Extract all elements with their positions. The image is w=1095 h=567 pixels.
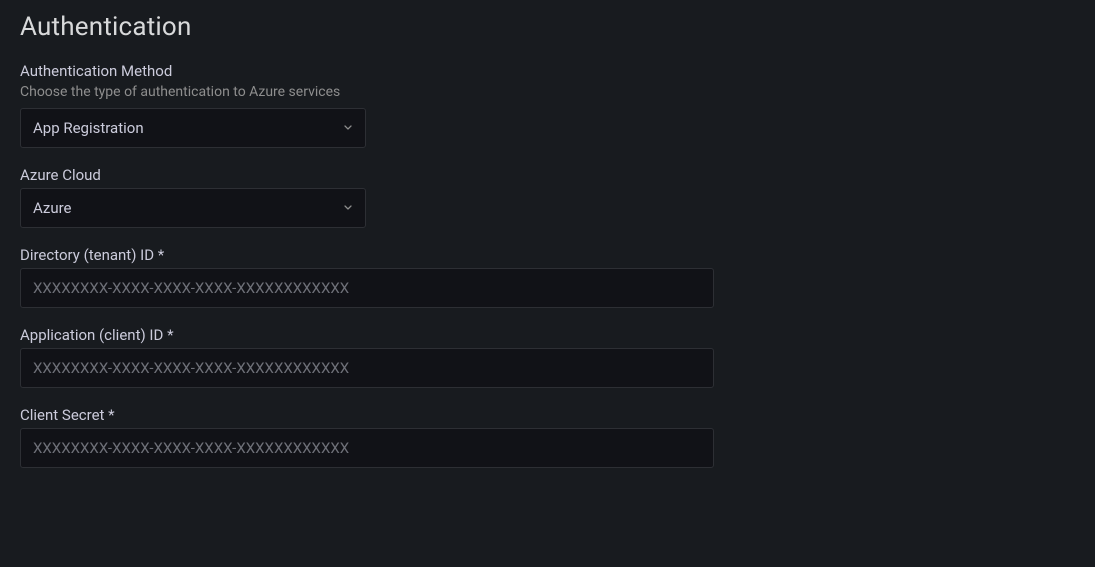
auth-method-label: Authentication Method: [20, 62, 1075, 80]
tenant-id-field: Directory (tenant) ID *: [20, 246, 1075, 308]
client-secret-input[interactable]: [20, 428, 714, 468]
tenant-id-input[interactable]: [20, 268, 714, 308]
client-id-label: Application (client) ID *: [20, 326, 1075, 344]
client-secret-field: Client Secret *: [20, 406, 1075, 468]
auth-method-field: Authentication Method Choose the type of…: [20, 62, 1075, 148]
azure-cloud-select[interactable]: Azure: [20, 188, 366, 228]
auth-method-value: App Registration: [33, 119, 144, 137]
tenant-id-label: Directory (tenant) ID *: [20, 246, 1075, 264]
section-title: Authentication: [20, 12, 1075, 42]
azure-cloud-field: Azure Cloud Azure: [20, 166, 1075, 228]
auth-method-description: Choose the type of authentication to Azu…: [20, 84, 1075, 100]
client-secret-label: Client Secret *: [20, 406, 1075, 424]
client-id-field: Application (client) ID *: [20, 326, 1075, 388]
client-id-input[interactable]: [20, 348, 714, 388]
azure-cloud-label: Azure Cloud: [20, 166, 1075, 184]
auth-method-select[interactable]: App Registration: [20, 108, 366, 148]
azure-cloud-value: Azure: [33, 199, 71, 217]
